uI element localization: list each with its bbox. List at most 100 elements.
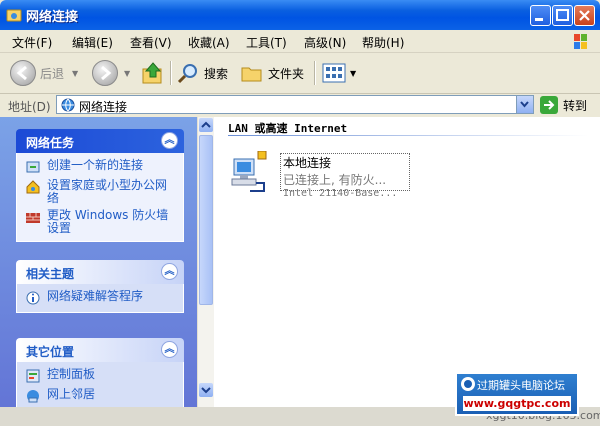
group-divider	[228, 135, 588, 136]
menu-bar: 文件(F) 编辑(E) 查看(V) 收藏(A) 工具(T) 高级(N) 帮助(H…	[0, 30, 600, 53]
menu-view[interactable]: 查看(V)	[130, 34, 172, 51]
task-label: 网络疑难解答程序	[47, 289, 144, 303]
related-topics-panel: 相关主题 ︽ 网络疑难解答程序	[16, 260, 184, 313]
connection-device: Intel 21140-Base...	[283, 188, 398, 199]
lan-connection-icon	[231, 151, 267, 192]
home-network-icon	[26, 180, 40, 194]
watermark-url: www.gqgtpc.com	[463, 396, 571, 411]
forward-arrow-icon	[92, 60, 118, 86]
local-area-connection-item[interactable]: 本地连接 已连接上, 有防火... Intel 21140-Base...	[230, 151, 410, 199]
network-tasks-panel: 网络任务 ︽ 创建一个新的连接 设置家庭或小型办公网络 更改 Windows 防…	[16, 129, 184, 242]
connection-labels: 本地连接 已连接上, 有防火... Intel 21140-Base...	[280, 153, 410, 199]
network-connections-icon	[61, 98, 75, 112]
folder-icon	[241, 67, 262, 82]
menu-help[interactable]: 帮助(H)	[362, 34, 404, 51]
collapse-icon[interactable]: ︽	[161, 341, 178, 358]
related-topics-title: 相关主题	[26, 267, 75, 281]
control-panel-icon	[26, 369, 40, 383]
back-dropdown-icon[interactable]: ▼	[72, 69, 78, 78]
place-control-panel[interactable]: 控制面板	[25, 368, 177, 384]
close-button[interactable]	[574, 5, 595, 26]
go-label: 转到	[563, 98, 588, 113]
address-input[interactable]: 网络连接	[56, 95, 534, 114]
scroll-up-button[interactable]	[199, 118, 213, 132]
toolbar-separator	[170, 61, 172, 85]
go-arrow-icon	[540, 96, 558, 114]
address-bar: 地址(D) 网络连接 转到	[0, 94, 600, 116]
network-tasks-title: 网络任务	[26, 136, 75, 150]
forward-button[interactable]: ▼	[92, 58, 130, 88]
scroll-down-button[interactable]	[199, 383, 213, 397]
views-dropdown-icon[interactable]: ▼	[350, 69, 356, 78]
maximize-button[interactable]	[552, 5, 573, 26]
toolbar-separator	[314, 61, 316, 85]
search-label: 搜索	[204, 66, 229, 81]
connection-name: 本地连接	[283, 156, 332, 170]
watermark-title: 过期罐头电脑论坛	[477, 379, 565, 392]
back-button[interactable]: 后退 ▼	[10, 58, 78, 88]
task-create-connection[interactable]: 创建一个新的连接	[25, 159, 177, 175]
task-pane-scrollbar[interactable]	[197, 117, 214, 407]
toolbar: 后退 ▼ ▼ 搜索 文件夹 ▼	[0, 53, 600, 94]
network-places-icon	[27, 390, 39, 403]
connection-status: 已连接上, 有防火...	[283, 173, 387, 187]
task-label: 设置家庭或小型办公网络	[47, 178, 168, 205]
chevron-down-icon	[201, 387, 211, 394]
network-tasks-header[interactable]: 网络任务 ︽	[16, 129, 184, 153]
other-places-header[interactable]: 其它位置 ︽	[16, 338, 184, 362]
minimize-icon	[535, 18, 543, 21]
collapse-icon[interactable]: ︽	[161, 132, 178, 149]
address-label: 地址(D)	[8, 100, 51, 114]
collapse-icon[interactable]: ︽	[161, 263, 178, 280]
maximize-icon	[556, 9, 569, 21]
group-header: LAN 或高速 Internet	[228, 122, 348, 135]
folders-button[interactable]: 文件夹	[240, 58, 304, 88]
place-network-neighborhood[interactable]: 网上邻居	[25, 388, 177, 404]
address-dropdown-button[interactable]	[516, 96, 533, 113]
other-places-title: 其它位置	[26, 345, 75, 359]
forward-dropdown-icon[interactable]: ▼	[124, 69, 130, 78]
content-area: LAN 或高速 Internet 本地连接 已连接上, 有防火... Intel…	[214, 117, 600, 407]
menu-file[interactable]: 文件(F)	[12, 34, 52, 51]
menu-advanced[interactable]: 高级(N)	[304, 34, 346, 51]
task-label: 更改 Windows 防火墙设置	[47, 208, 169, 235]
address-value: 网络连接	[79, 100, 128, 114]
task-label: 网上邻居	[47, 387, 96, 401]
chevron-down-icon	[520, 101, 529, 108]
back-label: 后退	[40, 66, 65, 81]
new-connection-icon	[26, 161, 40, 173]
views-button[interactable]: ▼	[322, 58, 356, 88]
info-icon	[26, 291, 40, 305]
menu-edit[interactable]: 编辑(E)	[72, 34, 113, 51]
firewall-icon	[26, 213, 40, 223]
chevron-up-icon	[201, 121, 211, 128]
task-pane: 网络任务 ︽ 创建一个新的连接 设置家庭或小型办公网络 更改 Windows 防…	[0, 117, 197, 407]
task-setup-home-network[interactable]: 设置家庭或小型办公网络	[25, 179, 177, 205]
task-firewall-settings[interactable]: 更改 Windows 防火墙设置	[25, 209, 177, 235]
menu-tools[interactable]: 工具(T)	[246, 34, 287, 51]
explorer-window: 网络连接 文件(F) 编辑(E) 查看(V) 收藏(A) 工具(T) 高级(N)…	[0, 0, 600, 426]
network-folder-icon	[6, 9, 22, 22]
scroll-thumb[interactable]	[199, 135, 213, 305]
task-label: 控制面板	[47, 367, 96, 381]
task-network-troubleshooter[interactable]: 网络疑难解答程序	[25, 290, 177, 306]
back-arrow-icon	[10, 60, 36, 86]
menu-favorites[interactable]: 收藏(A)	[188, 34, 230, 51]
up-folder-button[interactable]	[140, 58, 166, 88]
other-places-panel: 其它位置 ︽ 控制面板 网上邻居	[16, 338, 184, 407]
search-button[interactable]: 搜索	[176, 58, 228, 88]
minimize-button[interactable]	[530, 5, 551, 26]
close-icon	[579, 10, 590, 21]
forum-logo-icon	[461, 377, 475, 391]
windows-logo-icon	[574, 34, 587, 49]
search-icon	[177, 64, 197, 84]
task-label: 创建一个新的连接	[47, 158, 144, 172]
folders-label: 文件夹	[268, 66, 305, 81]
go-button[interactable]: 转到	[540, 95, 587, 115]
related-topics-header[interactable]: 相关主题 ︽	[16, 260, 184, 284]
views-icon	[322, 63, 346, 83]
title-bar[interactable]: 网络连接	[0, 0, 600, 30]
forum-watermark: 过期罐头电脑论坛 www.gqgtpc.com	[455, 372, 579, 416]
window-title: 网络连接	[26, 10, 79, 25]
up-folder-icon	[142, 62, 162, 84]
